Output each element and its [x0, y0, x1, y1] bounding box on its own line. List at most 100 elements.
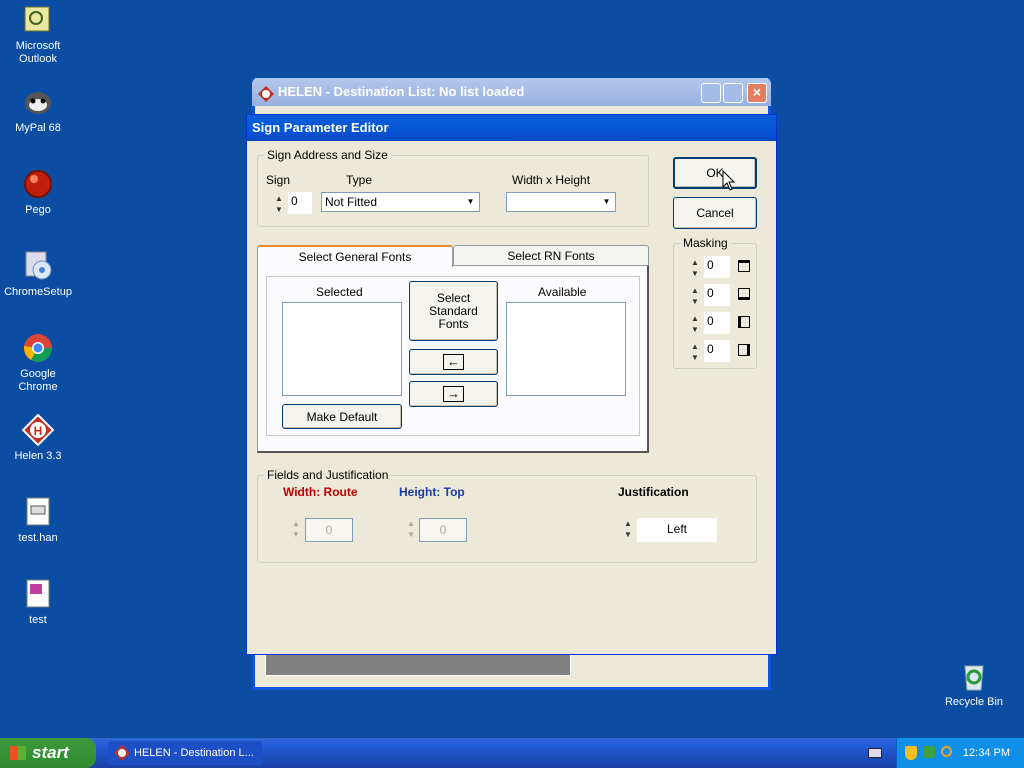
group-label: Masking: [680, 236, 731, 250]
desktop-icon-chromesetup[interactable]: ChromeSetup: [0, 250, 76, 299]
type-label: Type: [346, 173, 373, 187]
taskbar-item-label: HELEN - Destination L...: [134, 747, 254, 759]
desktop-icon-mypal[interactable]: MyPal 68: [0, 86, 76, 135]
select-standard-fonts-button[interactable]: Select Standard Fonts: [409, 281, 498, 341]
taskbar-item-helen[interactable]: HELEN - Destination L...: [108, 741, 262, 765]
height-field[interactable]: 0: [419, 518, 467, 542]
chevron-down-icon[interactable]: ▼: [463, 194, 478, 210]
fonts-tab-panel: Selected Select Standard Fonts ← → Avail…: [257, 265, 649, 453]
select-standard-fonts-label: Select Standard Fonts: [429, 290, 478, 331]
minimize-button[interactable]: [701, 83, 721, 103]
chrome-setup-icon: [22, 250, 54, 282]
search-icon[interactable]: [941, 746, 952, 757]
move-left-button[interactable]: ←: [409, 349, 498, 375]
taskbar: start HELEN - Destination L... 12:34 PM: [0, 738, 1024, 768]
mask-right-field[interactable]: 0: [704, 340, 730, 362]
chrome-icon: [22, 332, 54, 364]
mask-left-field[interactable]: 0: [704, 312, 730, 334]
helen-icon: H: [21, 413, 55, 447]
mask-bottom-spinner[interactable]: ▲ ▼: [688, 285, 702, 307]
desktop-icon-label: Microsoft Outlook: [15, 40, 61, 65]
helen-icon: [114, 745, 130, 765]
helen-status-bar: [265, 654, 571, 676]
width-spinner[interactable]: ▲ ▼: [289, 518, 303, 540]
width-route-label: Width: Route: [283, 485, 358, 499]
available-label: Available: [538, 285, 587, 299]
mask-right-edge-icon: [738, 344, 750, 356]
mask-bottom-edge-icon: [738, 288, 750, 300]
justification-label: Justification: [618, 485, 689, 499]
desktop-icon-helen[interactable]: H Helen 3.3: [0, 413, 76, 463]
sign-field[interactable]: 0: [288, 192, 312, 214]
desktop-icon-label: test.han: [18, 532, 58, 544]
group-label: Sign Address and Size: [264, 148, 391, 162]
pego-icon: [22, 168, 54, 200]
network-icon[interactable]: [923, 746, 935, 758]
desktop-icon-label: test: [29, 614, 47, 626]
selected-label: Selected: [316, 285, 363, 299]
close-button[interactable]: ×: [747, 83, 767, 103]
file-icon: [22, 578, 54, 610]
desktop-icon-label: Pego: [25, 204, 51, 216]
move-right-button[interactable]: →: [409, 381, 498, 407]
desktop-icon-label: Recycle Bin: [944, 696, 1004, 708]
justification-spinner[interactable]: ▲ ▼: [621, 518, 635, 540]
group-label: Fields and Justification: [264, 468, 392, 482]
desktop-icon-label: ChromeSetup: [4, 286, 72, 298]
type-select-value: Not Fitted: [325, 195, 378, 209]
tab-label: Select General Fonts: [298, 250, 412, 264]
clock: 12:34 PM: [962, 747, 1010, 759]
mouse-cursor-icon: [722, 170, 736, 191]
desktop-icon-label: Google Chrome: [18, 368, 58, 393]
tab-rn-fonts[interactable]: Select RN Fonts: [453, 245, 649, 265]
ok-button[interactable]: OK: [673, 157, 757, 189]
desktop-icon-test-han[interactable]: test.han: [0, 496, 76, 545]
security-shield-icon[interactable]: [905, 746, 917, 760]
desktop-icon-outlook[interactable]: Microsoft Outlook: [0, 4, 76, 66]
file-icon: [22, 496, 54, 528]
desktop-icon-recycle-bin[interactable]: Recycle Bin: [936, 660, 1012, 709]
justification-field[interactable]: Left: [637, 518, 717, 542]
system-tray: 12:34 PM: [896, 738, 1024, 768]
tab-general-fonts[interactable]: Select General Fonts: [257, 245, 453, 267]
keyboard-icon[interactable]: [868, 748, 882, 758]
windows-logo-icon: [10, 746, 26, 760]
type-select[interactable]: Not Fitted ▼: [321, 192, 480, 212]
start-button[interactable]: start: [0, 738, 96, 768]
width-height-select[interactable]: ▼: [506, 192, 616, 212]
desktop-icon-test[interactable]: test: [0, 578, 76, 627]
mask-top-spinner[interactable]: ▲ ▼: [688, 257, 702, 279]
width-field[interactable]: 0: [305, 518, 353, 542]
mypal-icon: [22, 86, 54, 118]
dialog-title: Sign Parameter Editor: [247, 115, 776, 141]
fields-justification-group: Fields and Justification Width: Route He…: [257, 468, 757, 563]
helen-window-titlebar: HELEN - Destination List: No list loaded…: [252, 78, 771, 106]
svg-text:H: H: [34, 424, 43, 438]
mask-top-edge-icon: [738, 260, 750, 272]
mask-left-edge-icon: [738, 316, 750, 328]
outlook-icon: [22, 4, 54, 36]
maximize-button[interactable]: [723, 83, 743, 103]
desktop-icon-label: MyPal 68: [15, 122, 61, 134]
mask-right-spinner[interactable]: ▲ ▼: [688, 341, 702, 363]
sign-spinner[interactable]: ▲ ▼: [272, 193, 286, 215]
selected-fonts-list[interactable]: [282, 302, 402, 396]
cancel-button[interactable]: Cancel: [673, 197, 757, 229]
chevron-down-icon[interactable]: ▼: [599, 194, 614, 210]
height-spinner[interactable]: ▲ ▼: [404, 518, 418, 540]
mask-bottom-field[interactable]: 0: [704, 284, 730, 306]
helen-icon: [258, 84, 274, 112]
tab-label: Select RN Fonts: [507, 249, 595, 263]
mask-left-spinner[interactable]: ▲ ▼: [688, 313, 702, 335]
sign-label: Sign: [266, 173, 291, 187]
mask-top-field[interactable]: 0: [704, 256, 730, 278]
make-default-button[interactable]: Make Default: [282, 404, 402, 429]
width-height-label: Width x Height: [512, 173, 591, 187]
cancel-button-label: Cancel: [696, 206, 734, 220]
available-fonts-list[interactable]: [506, 302, 626, 396]
desktop-icon-pego[interactable]: Pego: [0, 168, 76, 217]
sign-parameter-editor-dialog: Sign Parameter Editor Sign Address and S…: [246, 114, 777, 655]
sign-address-group: Sign Address and Size Sign Type Width x …: [257, 148, 649, 227]
desktop-icon-chrome[interactable]: Google Chrome: [0, 332, 76, 394]
arrow-left-icon: ←: [443, 354, 464, 370]
